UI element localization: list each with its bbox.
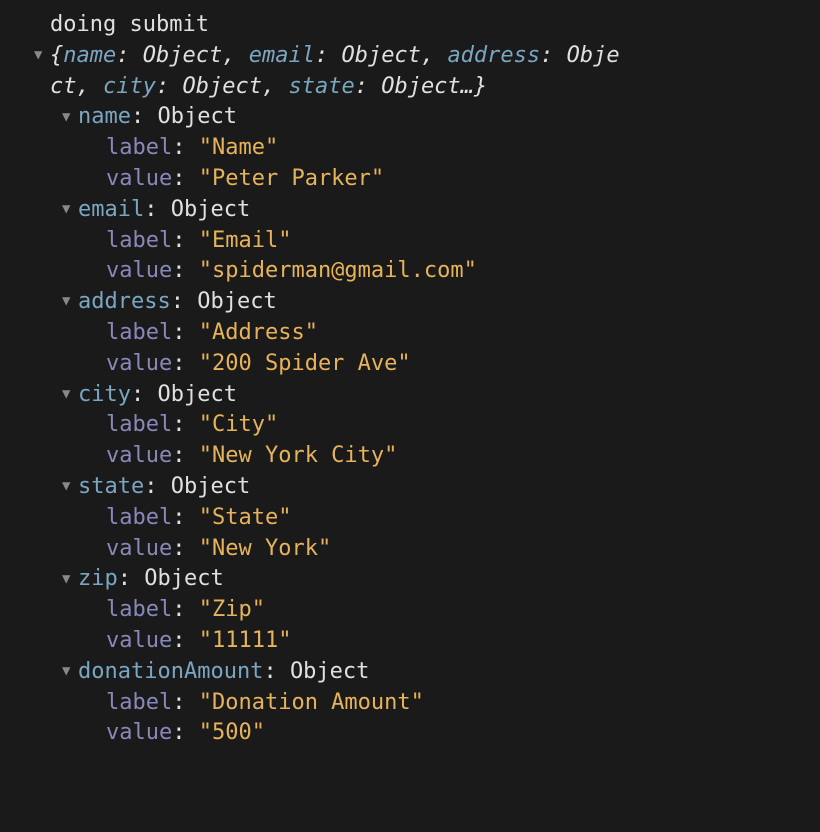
summary-value-partial: Obje (567, 43, 620, 68)
summary-value-tail: ct (50, 74, 77, 99)
property-type: Object (144, 566, 223, 591)
property-value-row: value: "New York" (50, 534, 770, 565)
summary-value: Object (143, 43, 222, 68)
property-type: Object (290, 659, 369, 684)
summary-key: address (447, 43, 540, 68)
summary-key: name (63, 43, 116, 68)
value-value: "200 Spider Ave" (199, 351, 411, 376)
summary-value: Object (182, 74, 261, 99)
label-value: "State" (199, 505, 292, 530)
inner-key-value: value (106, 166, 172, 191)
property-value-row: value: "New York City" (50, 441, 770, 472)
inner-key-value: value (106, 628, 172, 653)
property-label-row: label: "Zip" (50, 595, 770, 626)
chevron-down-icon[interactable] (62, 477, 78, 497)
property-key: name (78, 104, 131, 129)
object-property[interactable]: city: Object (50, 380, 770, 411)
value-value: "New York City" (199, 443, 398, 468)
summary-key: email (249, 43, 315, 68)
property-label-row: label: "City" (50, 410, 770, 441)
log-message-text: doing submit (50, 12, 209, 37)
property-type: Object (157, 104, 236, 129)
chevron-down-icon[interactable] (62, 662, 78, 682)
property-label-row: label: "State" (50, 503, 770, 534)
label-value: "Donation Amount" (199, 690, 424, 715)
property-type: Object (171, 197, 250, 222)
value-value: "New York" (199, 536, 331, 561)
chevron-down-icon[interactable] (62, 108, 78, 128)
property-value-row: value: "500" (50, 718, 770, 749)
inner-key-label: label (106, 505, 172, 530)
property-key: email (78, 197, 144, 222)
property-key: city (78, 382, 131, 407)
property-type: Object (197, 289, 276, 314)
property-value-row: value: "spiderman@gmail.com" (50, 256, 770, 287)
open-brace: { (50, 43, 63, 68)
property-value-row: value: "200 Spider Ave" (50, 349, 770, 380)
inner-key-label: label (106, 412, 172, 437)
chevron-down-icon[interactable] (62, 292, 78, 312)
property-value-row: value: "Peter Parker" (50, 164, 770, 195)
summary-key: city (103, 74, 156, 99)
inner-key-label: label (106, 228, 172, 253)
inner-key-label: label (106, 135, 172, 160)
property-key: address (78, 289, 171, 314)
object-property[interactable]: zip: Object (50, 564, 770, 595)
value-value: "11111" (199, 628, 292, 653)
close-brace: …} (461, 74, 488, 99)
label-value: "Name" (199, 135, 278, 160)
object-property[interactable]: state: Object (50, 472, 770, 503)
chevron-down-icon[interactable] (62, 570, 78, 590)
value-value: "500" (199, 720, 265, 745)
log-message: doing submit (50, 10, 770, 41)
property-type: Object (157, 382, 236, 407)
label-value: "Zip" (199, 597, 265, 622)
summary-key: state (288, 74, 354, 99)
console-output: doing submit {name: Object, email: Object… (50, 10, 770, 749)
inner-key-label: label (106, 690, 172, 715)
inner-key-value: value (106, 258, 172, 283)
property-label-row: label: "Name" (50, 133, 770, 164)
chevron-down-icon[interactable] (62, 385, 78, 405)
property-label-row: label: "Address" (50, 318, 770, 349)
inner-key-value: value (106, 443, 172, 468)
property-key: zip (78, 566, 118, 591)
property-value-row: value: "11111" (50, 626, 770, 657)
value-value: "Peter Parker" (199, 166, 384, 191)
property-type: Object (171, 474, 250, 499)
chevron-down-icon[interactable] (62, 200, 78, 220)
label-value: "Address" (199, 320, 318, 345)
summary-value: Object (341, 43, 420, 68)
property-label-row: label: "Email" (50, 226, 770, 257)
object-property[interactable]: address: Object (50, 287, 770, 318)
summary-value: Object (381, 74, 460, 99)
property-key: donationAmount (78, 659, 263, 684)
inner-key-label: label (106, 597, 172, 622)
property-key: state (78, 474, 144, 499)
label-value: "City" (199, 412, 278, 437)
object-property[interactable]: name: Object (50, 102, 770, 133)
inner-key-label: label (106, 320, 172, 345)
object-property[interactable]: donationAmount: Object (50, 657, 770, 688)
object-summary-wrap[interactable]: ct, city: Object, state: Object…} (50, 72, 770, 103)
label-value: "Email" (199, 228, 292, 253)
inner-key-value: value (106, 536, 172, 561)
inner-key-value: value (106, 351, 172, 376)
object-property[interactable]: email: Object (50, 195, 770, 226)
inner-key-value: value (106, 720, 172, 745)
value-value: "spiderman@gmail.com" (199, 258, 477, 283)
object-summary[interactable]: {name: Object, email: Object, address: O… (50, 41, 770, 72)
chevron-down-icon[interactable] (34, 46, 50, 66)
property-label-row: label: "Donation Amount" (50, 688, 770, 719)
